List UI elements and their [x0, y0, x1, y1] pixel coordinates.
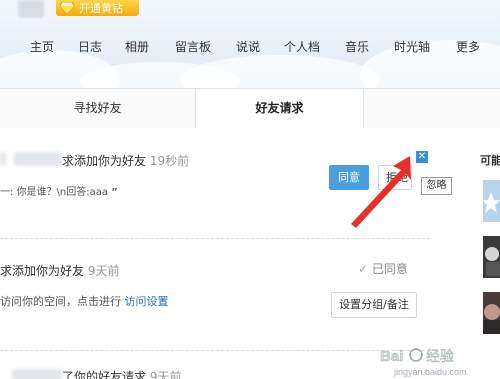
diamond-icon [60, 2, 74, 14]
nav-status[interactable]: 说说 [236, 38, 260, 55]
set-group-button[interactable]: 设置分组/备注 [331, 292, 417, 318]
svg-text:Bai: Bai [380, 348, 403, 365]
blurred-name [12, 369, 62, 379]
request-text: 了你的好友请求 9天前 [62, 368, 181, 379]
request-text: 求添加你为好友 9天前 [0, 262, 119, 279]
access-settings-link[interactable]: 访问设置 [125, 295, 169, 308]
ignore-tooltip: 忽略 [421, 177, 452, 195]
svg-text:经验: 经验 [426, 349, 454, 365]
access-note-text: 访问你的空间，点击进行 [0, 295, 121, 308]
agreed-status: ✓ 已同意 [358, 260, 408, 277]
vip-label: 开通黄钻 [79, 2, 123, 15]
vip-open-button[interactable]: 开通黄钻 [56, 0, 139, 16]
tab-find-friends[interactable]: 寻找好友 [0, 89, 196, 128]
nav-more[interactable]: 更多 [456, 38, 480, 55]
nav-guestbook[interactable]: 留言板 [175, 38, 211, 55]
close-quote-icon: ” [111, 187, 118, 198]
blurred-name [14, 152, 62, 166]
request-answer: 一: 你是谁？\n回答:aaa ” [0, 183, 118, 198]
answer-text: 一: 你是谁？\n回答:aaa [0, 187, 109, 198]
access-note: 访问你的空间，点击进行 访问设置 [0, 293, 169, 309]
refuse-button[interactable]: 拒绝 [378, 165, 412, 190]
request-time: 19秒前 [149, 154, 190, 168]
avatar[interactable] [18, 0, 44, 18]
row-divider [0, 238, 430, 239]
nav-album[interactable]: 相册 [125, 38, 149, 55]
nav-blog[interactable]: 日志 [78, 38, 102, 55]
row-divider [0, 350, 430, 351]
tab-friend-requests[interactable]: 好友请求 [196, 89, 363, 129]
agree-button[interactable]: 同意 [329, 165, 369, 190]
tab-spacer [363, 89, 500, 128]
request-time: 9天前 [87, 264, 120, 278]
profile-header: 开通黄钻 主页 日志 相册 留言板 说说 个人档 音乐 时光轴 更多 [0, 0, 500, 88]
svg-text:jingyan.baidu.com: jingyan.baidu.com [393, 367, 467, 377]
nav-music[interactable]: 音乐 [345, 38, 369, 55]
check-icon: ✓ [358, 262, 369, 276]
request-time: 9天前 [149, 370, 182, 379]
nav-timeline[interactable]: 时光轴 [394, 38, 430, 55]
request-message: 求添加你为好友 [0, 264, 85, 278]
request-text: 求添加你为好友 19秒前 [62, 152, 189, 169]
baidu-watermark-logo: Bai 经验 jingyan.baidu.com [380, 348, 467, 377]
suggested-friend-avatar[interactable] [483, 292, 500, 334]
nav-profile[interactable]: 个人档 [284, 38, 320, 55]
blurred-name [0, 152, 6, 166]
suggested-friend-avatar[interactable] [483, 180, 500, 222]
nav-home[interactable]: 主页 [30, 38, 54, 55]
agreed-label: 已同意 [371, 262, 408, 276]
friend-tabs: 寻找好友 好友请求 [0, 88, 500, 129]
main-nav: 主页 日志 相册 留言板 说说 个人档 音乐 时光轴 更多 [0, 38, 500, 58]
suggested-friend-avatar[interactable] [483, 236, 500, 278]
may-know-title: 可能 [480, 154, 500, 167]
request-message: 求添加你为好友 [62, 154, 147, 168]
ignore-close-icon[interactable]: ✕ [416, 151, 428, 163]
request-message: 了你的好友请求 [62, 370, 147, 379]
